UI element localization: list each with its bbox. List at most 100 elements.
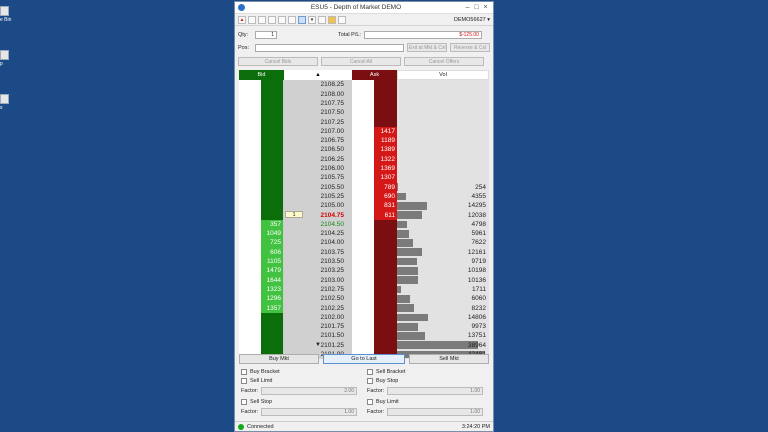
- price-cell: 2104.75 1: [284, 210, 352, 220]
- sell-stop-label: Sell Stop: [250, 399, 273, 405]
- ask-cell[interactable]: [352, 256, 397, 267]
- scroll-up-arrow-icon[interactable]: ▲: [284, 70, 352, 80]
- grid-icon[interactable]: [248, 15, 256, 24]
- buy-stop-checkbox[interactable]: [367, 378, 373, 384]
- vol-value: 6060: [471, 295, 486, 303]
- cancel-offers-button[interactable]: Cancel Offers: [404, 57, 484, 66]
- sell-stop-option[interactable]: Sell Stop: [241, 399, 272, 405]
- sell-limit-checkbox[interactable]: [241, 378, 247, 384]
- account-selector[interactable]: DEMO56627 ▾: [454, 17, 490, 23]
- ladder-row: 2107.25: [239, 117, 489, 127]
- desktop-icon-label: s: [0, 105, 3, 111]
- sell-stop-checkbox[interactable]: [241, 399, 247, 405]
- price-label: 2107.50: [320, 109, 345, 117]
- factor-row-2: Factor: 1.00: [367, 387, 483, 395]
- bid-cell[interactable]: [239, 117, 284, 127]
- vol-bar: [397, 229, 410, 238]
- bid-header: Bid: [239, 70, 284, 80]
- price-label: 2105.50: [320, 183, 345, 191]
- dropdown-icon[interactable]: ▾: [308, 15, 316, 24]
- sell-bracket-option[interactable]: Sell Bracket: [367, 369, 405, 375]
- settings-icon[interactable]: [268, 15, 276, 24]
- vol-value: 4355: [471, 192, 486, 200]
- desktop-icon-file[interactable]: s: [0, 94, 12, 111]
- go-to-last-button[interactable]: Go to Last: [323, 354, 405, 364]
- working-order-badge[interactable]: 1: [285, 211, 303, 219]
- ladder-row: 1357 2102.25 8232: [239, 303, 489, 313]
- ask-size: 1369: [374, 163, 397, 174]
- bid-cell[interactable]: [239, 210, 284, 220]
- vol-cell: [397, 117, 489, 127]
- pin-icon[interactable]: ▲: [238, 15, 246, 24]
- price-cell: 2107.25: [284, 117, 352, 127]
- ladder-row: 1105 2103.50 9719: [239, 256, 489, 267]
- reverse-button[interactable]: Reverse & Cxl: [450, 43, 491, 52]
- ask-cell[interactable]: [352, 117, 397, 127]
- ladder-row: 2106.00 1369: [239, 163, 489, 174]
- bid-cell[interactable]: 1105: [239, 256, 284, 267]
- factor-spinner-4[interactable]: 1.00: [387, 408, 483, 416]
- cancel-bids-button[interactable]: Cancel Bids: [238, 57, 318, 66]
- vol-header: Vol: [397, 70, 489, 80]
- chart-icon[interactable]: [288, 15, 296, 24]
- factor-spinner-2[interactable]: 1.00: [387, 387, 483, 395]
- bid-size: [261, 163, 283, 174]
- price-label: 2103.50: [320, 258, 345, 266]
- palette-icon[interactable]: [328, 15, 336, 24]
- buy-limit-option[interactable]: Buy Limit: [367, 399, 399, 405]
- ask-cell[interactable]: 1369: [352, 163, 397, 174]
- price-label: 2105.75: [320, 174, 345, 182]
- table-icon[interactable]: [338, 15, 346, 24]
- calc-icon[interactable]: [318, 15, 326, 24]
- buy-bracket-checkbox[interactable]: [241, 369, 247, 375]
- qty-label: Qty:: [238, 31, 249, 38]
- factor-spinner-1[interactable]: 2.00: [261, 387, 357, 395]
- ask-size: 611: [374, 210, 397, 220]
- price-label: 2103.75: [320, 248, 345, 256]
- vol-value: 9973: [471, 323, 486, 331]
- sell-mkt-button[interactable]: Sell Mkt: [409, 354, 489, 364]
- vol-value: 10136: [467, 276, 486, 284]
- ladder-row: 2104.75 1 611 12038: [239, 210, 489, 220]
- total-pl-value: $-125.00: [363, 30, 482, 39]
- status-text: Connected: [247, 423, 274, 430]
- vol-value: 5961: [471, 230, 486, 238]
- ladder-icon[interactable]: [298, 15, 306, 24]
- bid-size: 1105: [261, 256, 283, 267]
- cancel-all-button[interactable]: Cancel All: [321, 57, 401, 66]
- bid-cell[interactable]: [239, 163, 284, 174]
- buy-mkt-button[interactable]: Buy Mkt: [239, 354, 319, 364]
- price-label: 2106.00: [320, 165, 345, 173]
- scroll-down-arrow-icon[interactable]: ▼: [284, 342, 352, 348]
- exit-at-mkt-button[interactable]: Exit at Mkt & Cxl: [407, 43, 448, 52]
- price-label: 2102.50: [320, 295, 345, 303]
- status-bar: Connected 3:24:20 PM: [235, 421, 493, 431]
- sell-limit-option[interactable]: Sell Limit: [241, 378, 272, 384]
- qty-input[interactable]: 1: [255, 30, 277, 39]
- window-title: ESU5 - Depth of Market DEMO: [310, 4, 402, 11]
- sell-limit-label: Sell Limit: [250, 378, 273, 384]
- desktop-icon-app[interactable]: p: [0, 50, 12, 67]
- price-label: 2107.75: [320, 99, 345, 107]
- ask-cell[interactable]: 611: [352, 210, 397, 220]
- buy-stop-option[interactable]: Buy Stop: [367, 378, 398, 384]
- bid-cell[interactable]: 1357: [239, 303, 284, 313]
- desktop-icon-recycle-bin[interactable]: e Bin: [0, 6, 12, 23]
- ask-cell[interactable]: [352, 303, 397, 313]
- factor-row-4: Factor: 1.00: [367, 408, 483, 416]
- ask-header: Ask: [352, 70, 397, 80]
- vol-bar: [397, 248, 423, 257]
- ask-size: [374, 303, 397, 313]
- sell-bracket-checkbox[interactable]: [367, 369, 373, 375]
- globe-icon[interactable]: [258, 15, 266, 24]
- buy-bracket-option[interactable]: Buy Bracket: [241, 369, 280, 375]
- factor-spinner-3[interactable]: 1.00: [261, 408, 357, 416]
- price-label: 2108.25: [320, 81, 345, 89]
- minimize-button[interactable]: –: [463, 4, 472, 11]
- buy-limit-checkbox[interactable]: [367, 399, 373, 405]
- color-icon[interactable]: [278, 15, 286, 24]
- maximize-button[interactable]: □: [472, 4, 481, 11]
- vol-bar: [397, 220, 407, 229]
- factor-row-1: Factor: 2.00: [241, 387, 357, 395]
- close-button[interactable]: ×: [481, 4, 490, 11]
